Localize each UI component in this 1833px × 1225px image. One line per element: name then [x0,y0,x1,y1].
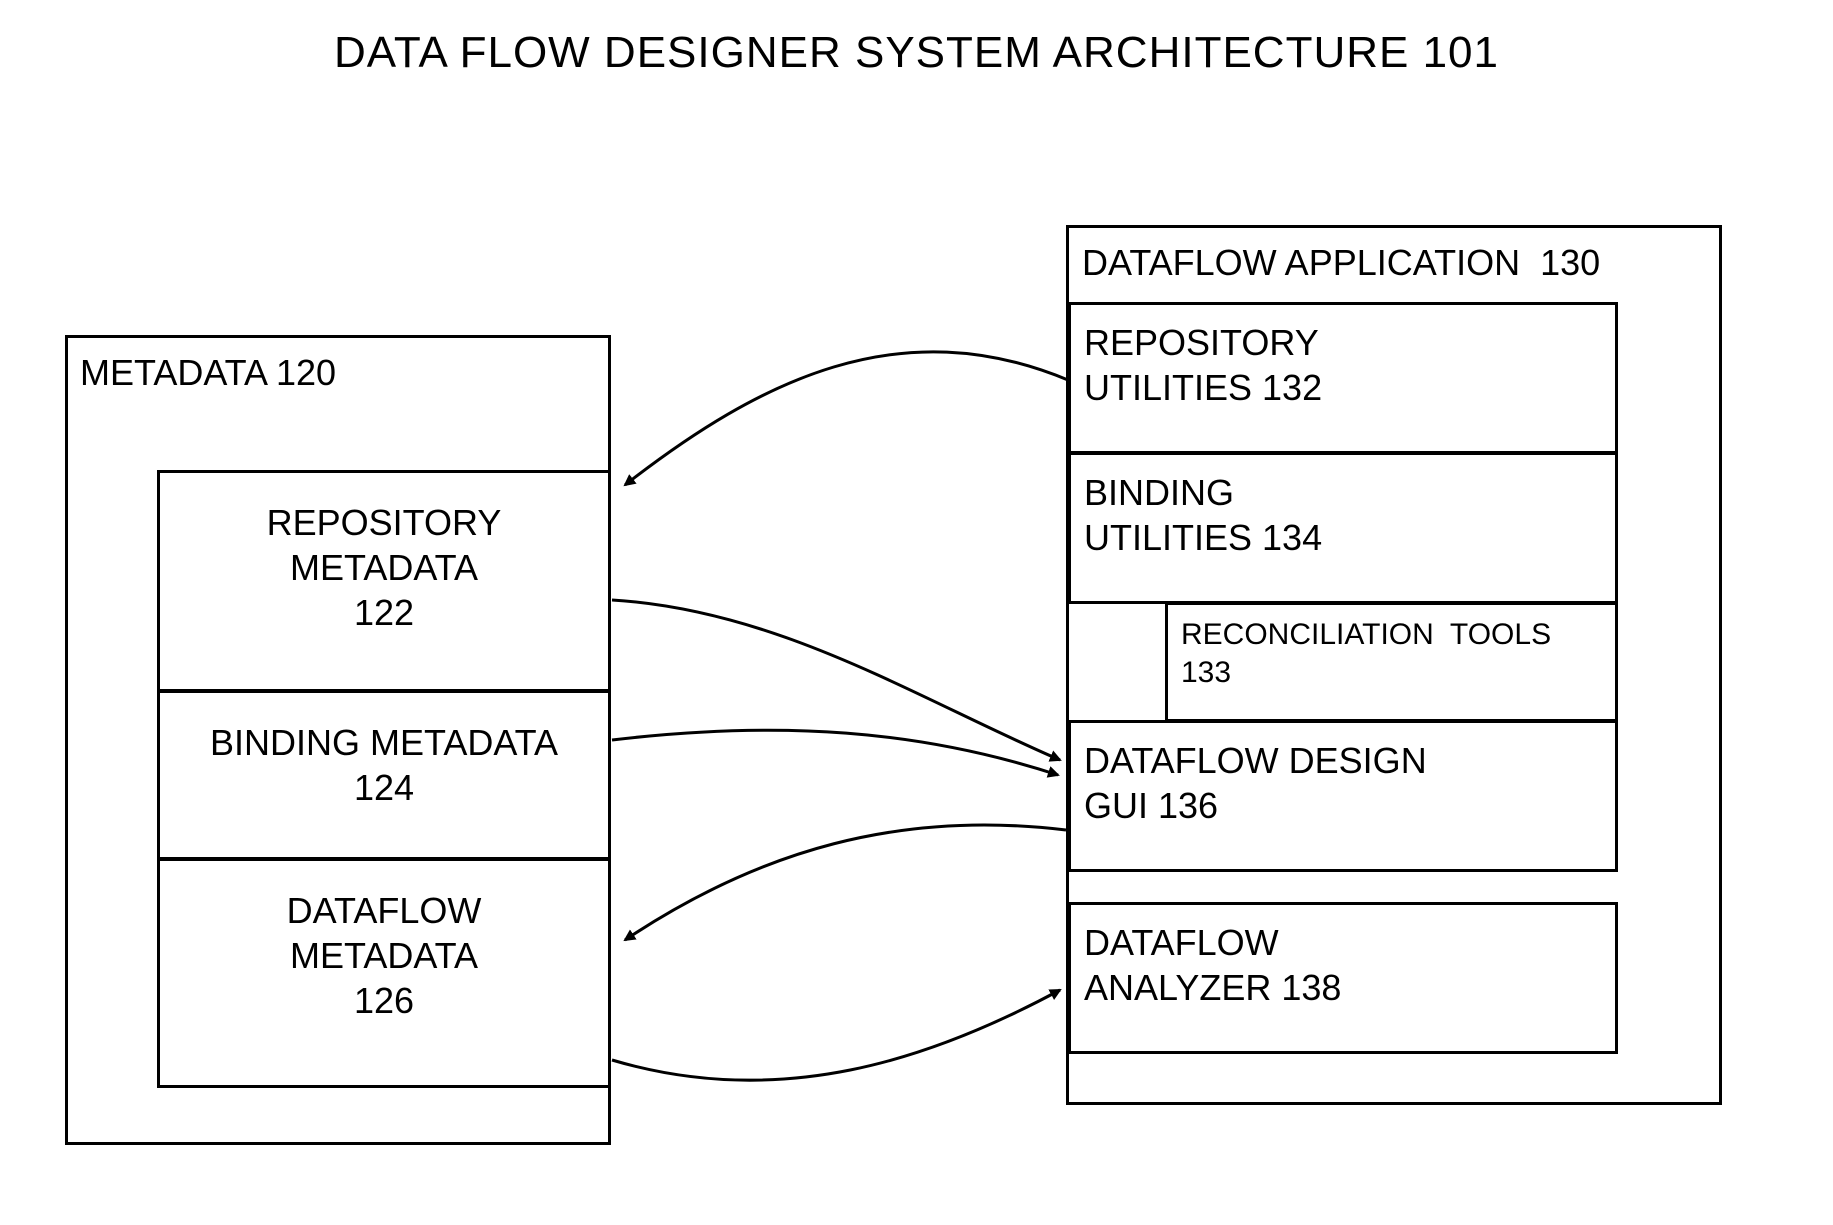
reconciliation-tools-label: RECONCILIATION TOOLS 133 [1181,616,1551,691]
repository-utilities-label: REPOSITORY UTILITIES 132 [1084,320,1322,410]
diagram-title: DATA FLOW DESIGNER SYSTEM ARCHITECTURE 1… [0,28,1833,78]
binding-metadata-label: BINDING METADATA 124 [157,720,611,810]
dataflow-design-gui-label: DATAFLOW DESIGN GUI 136 [1084,738,1427,828]
dataflow-metadata-label: DATAFLOW METADATA 126 [157,888,611,1023]
dataflow-analyzer-label: DATAFLOW ANALYZER 138 [1084,920,1341,1010]
repository-metadata-label: REPOSITORY METADATA 122 [157,500,611,635]
dataflow-application-header-label: DATAFLOW APPLICATION 130 [1082,240,1600,285]
binding-utilities-label: BINDING UTILITIES 134 [1084,470,1322,560]
diagram-stage: DATA FLOW DESIGNER SYSTEM ARCHITECTURE 1… [0,0,1833,1225]
metadata-header-label: METADATA 120 [80,350,336,395]
